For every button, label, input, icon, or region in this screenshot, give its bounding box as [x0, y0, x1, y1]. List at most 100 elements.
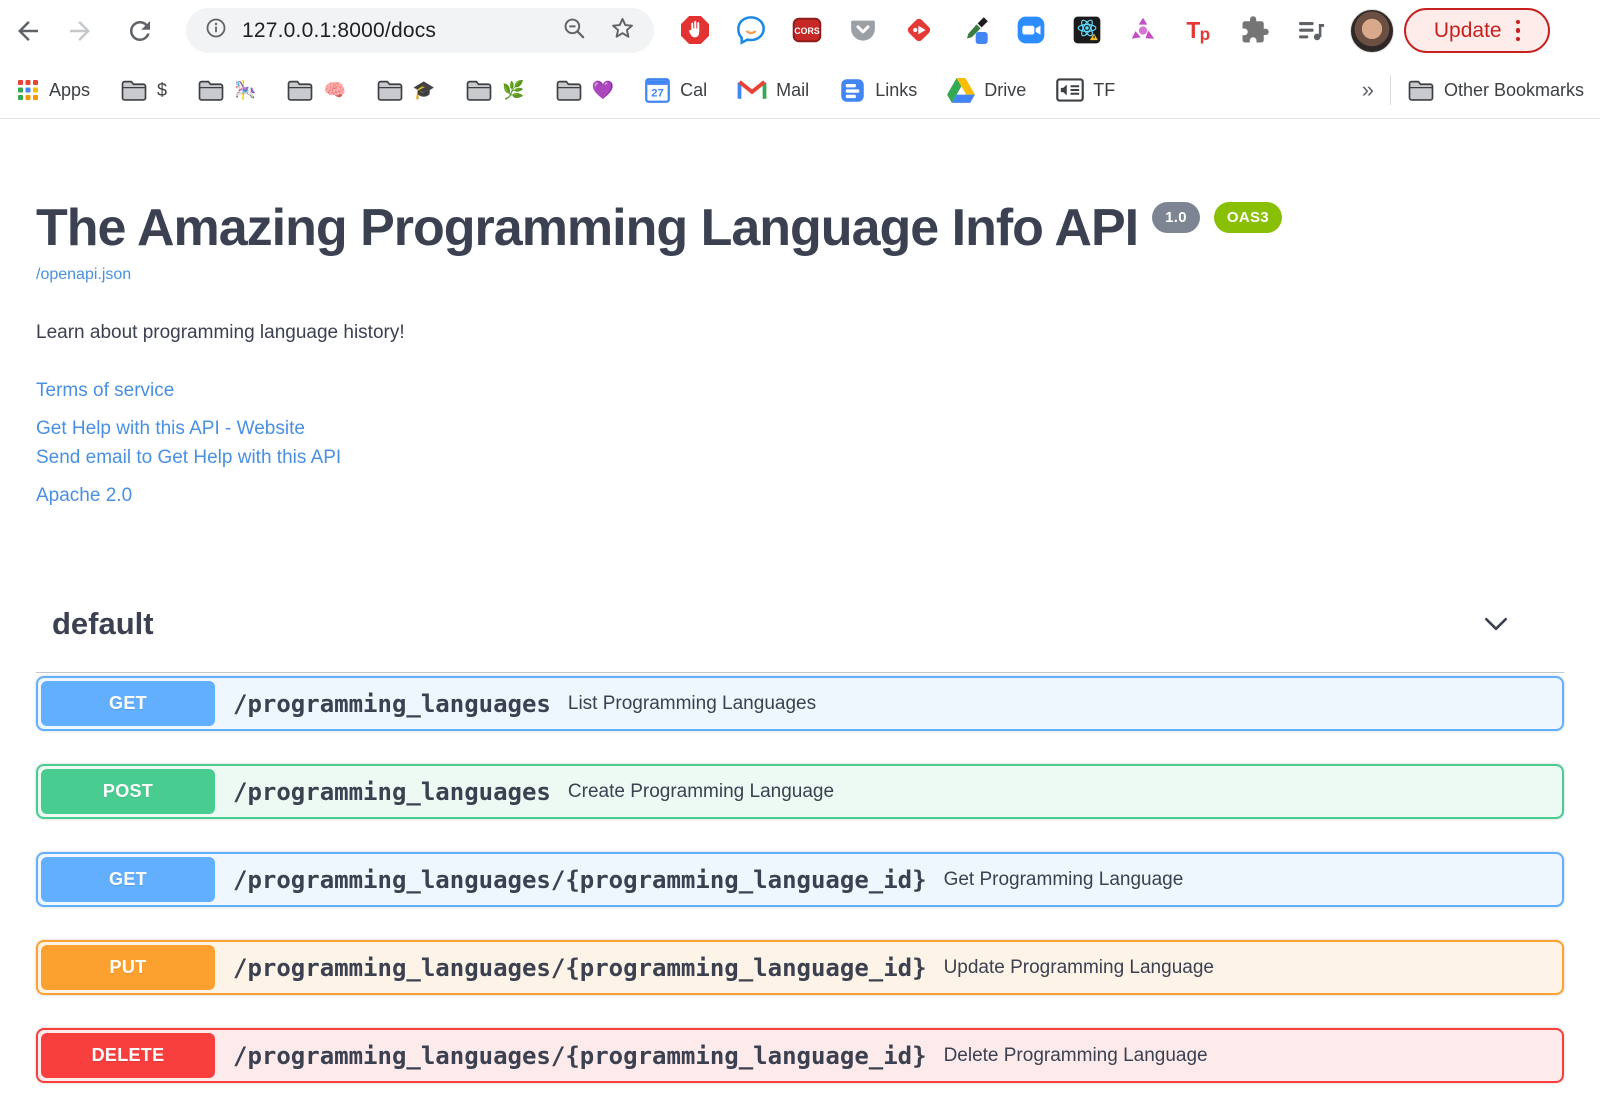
folder-icon — [197, 79, 225, 102]
method-badge: POST — [41, 769, 215, 814]
bookmark-label: 🧠 — [323, 79, 346, 100]
update-button[interactable]: Update — [1404, 8, 1550, 53]
textexpander-icon[interactable]: Tp — [1182, 13, 1216, 47]
openapi-json-link[interactable]: /openapi.json — [36, 266, 131, 284]
bookmark-label: Mail — [776, 79, 810, 100]
bookmark-Apps[interactable]: Apps — [16, 78, 90, 102]
zoom-camera-icon[interactable] — [1014, 13, 1048, 47]
endpoint-path: /programming_languages — [233, 689, 551, 718]
bookmark-label: Drive — [984, 79, 1027, 100]
bookmark-Mail[interactable]: Mail — [737, 78, 809, 102]
api-link[interactable]: Apache 2.0 — [36, 481, 1564, 510]
method-badge: DELETE — [41, 1033, 215, 1078]
endpoint-row-get[interactable]: GET/programming_languages/{programming_l… — [36, 852, 1564, 907]
api-links: Terms of service Get Help with this API -… — [36, 376, 1564, 510]
folder-icon — [555, 79, 583, 102]
api-link[interactable]: Get Help with this API - Website — [36, 414, 1564, 443]
cors-icon[interactable]: CORS — [790, 13, 824, 47]
site-info-icon[interactable] — [204, 16, 228, 45]
bookmark-🎠[interactable]: 🎠 — [197, 79, 256, 102]
reload-icon[interactable] — [124, 15, 156, 47]
endpoint-path: /programming_languages/{programming_lang… — [233, 953, 927, 982]
endpoint-row-get[interactable]: GET/programming_languages List Programmin… — [36, 676, 1564, 731]
endpoint-row-put[interactable]: PUT/programming_languages/{programming_l… — [36, 940, 1564, 995]
address-bar[interactable]: 127.0.0.1:8000/docs — [186, 8, 654, 53]
folder-icon — [286, 79, 314, 102]
drive-icon — [947, 77, 976, 103]
other-bookmarks-folder[interactable]: Other Bookmarks — [1407, 79, 1584, 102]
bookmark-label: Cal — [680, 79, 708, 100]
bookmark-🎓[interactable]: 🎓 — [376, 79, 435, 102]
pocket-icon[interactable] — [846, 13, 880, 47]
adblock-icon[interactable] — [678, 13, 712, 47]
endpoint-summary: Get Programming Language — [943, 868, 1184, 890]
swagger-page: The Amazing Programming Language Info AP… — [0, 120, 1600, 1116]
api-link[interactable]: Send email to Get Help with this API — [36, 443, 1564, 472]
version-badge: 1.0 — [1152, 202, 1200, 233]
svg-text:CORS: CORS — [794, 26, 820, 36]
chat-bubble-icon[interactable] — [734, 13, 768, 47]
browser-menu-icon[interactable] — [1515, 19, 1521, 42]
endpoint-path: /programming_languages/{programming_lang… — [233, 1041, 927, 1070]
bookmark-label: 🌿 — [502, 79, 525, 100]
endpoints-list: GET/programming_languages List Programmin… — [36, 676, 1564, 1083]
section-title: default — [52, 606, 154, 641]
api-link[interactable]: Terms of service — [36, 376, 1564, 405]
recycle-icon[interactable] — [1126, 13, 1160, 47]
bookmarks-divider — [1389, 75, 1391, 105]
method-badge: PUT — [41, 945, 215, 990]
bookmark-Links[interactable]: Links — [839, 77, 917, 104]
puzzle-icon[interactable] — [1238, 13, 1272, 47]
endpoint-path: /programming_languages — [233, 777, 551, 806]
endpoint-summary: List Programming Languages — [567, 692, 817, 714]
api-description: Learn about programming language history… — [36, 322, 405, 343]
folder-icon — [465, 79, 493, 102]
zoom-out-icon[interactable] — [561, 15, 587, 46]
chevron-down-icon[interactable] — [1484, 617, 1548, 631]
bookmark-$[interactable]: $ — [120, 79, 167, 102]
bookmark-label: 🎓 — [412, 79, 436, 100]
bookmark-💜[interactable]: 💜 — [555, 79, 614, 102]
bookmark-Cal[interactable]: 27 Cal — [644, 77, 707, 104]
url-text[interactable]: 127.0.0.1:8000/docs — [242, 19, 561, 43]
playlist-icon[interactable] — [1294, 13, 1328, 47]
title-row: The Amazing Programming Language Info AP… — [36, 200, 1564, 256]
back-icon[interactable] — [12, 15, 44, 47]
endpoint-summary: Update Programming Language — [943, 956, 1214, 978]
bookmark-label: $ — [157, 79, 168, 100]
method-badge: GET — [41, 857, 215, 902]
page-title: The Amazing Programming Language Info AP… — [36, 199, 1139, 257]
links-icon — [839, 77, 866, 104]
react-devtools-icon[interactable] — [1070, 13, 1104, 47]
bookmark-label: Apps — [49, 79, 91, 100]
browser-chrome: 127.0.0.1:8000/docs CORS Tp Update Apps $ 🎠… — [0, 0, 1600, 119]
bookmark-label: 💜 — [591, 79, 615, 100]
bookmarks-overflow-icon[interactable]: » — [1362, 77, 1374, 103]
bookmark-TF[interactable]: TF — [1056, 78, 1115, 102]
endpoint-row-post[interactable]: POST/programming_languages Create Program… — [36, 764, 1564, 819]
bookmark-star-icon[interactable] — [609, 15, 636, 47]
bookmark-label: Links — [875, 79, 918, 100]
share-diamond-icon[interactable] — [902, 13, 936, 47]
bookmark-label: TF — [1093, 79, 1116, 100]
gcal-icon: 27 — [644, 77, 671, 104]
endpoint-summary: Delete Programming Language — [943, 1044, 1208, 1066]
bookmark-label: 🎠 — [234, 79, 257, 100]
forward-icon[interactable] — [64, 15, 96, 47]
folder-icon — [376, 79, 404, 102]
bookmarks-bar: Apps $ 🎠 🧠 🎓 🌿 💜 27 Cal Mail Links Drive TF » Other … — [0, 62, 1600, 118]
bookmark-🌿[interactable]: 🌿 — [465, 79, 525, 102]
folder-icon — [120, 79, 148, 102]
bookmark-Drive[interactable]: Drive — [947, 77, 1027, 103]
bookmark-🧠[interactable]: 🧠 — [286, 79, 346, 102]
svg-text:p: p — [1200, 24, 1211, 44]
color-picker-icon[interactable] — [958, 13, 992, 47]
method-badge: GET — [41, 681, 215, 726]
bookmarks-items: Apps $ 🎠 🧠 🎓 🌿 💜 27 Cal Mail Links Drive TF — [16, 77, 1115, 104]
endpoint-row-delete[interactable]: DELETE/programming_languages/{programmin… — [36, 1028, 1564, 1083]
section-header-default[interactable]: default — [36, 606, 1564, 673]
profile-avatar[interactable] — [1350, 9, 1394, 53]
browser-toolbar: 127.0.0.1:8000/docs CORS Tp Update — [0, 0, 1600, 62]
update-label: Update — [1433, 18, 1502, 42]
endpoint-path: /programming_languages/{programming_lang… — [233, 865, 927, 894]
